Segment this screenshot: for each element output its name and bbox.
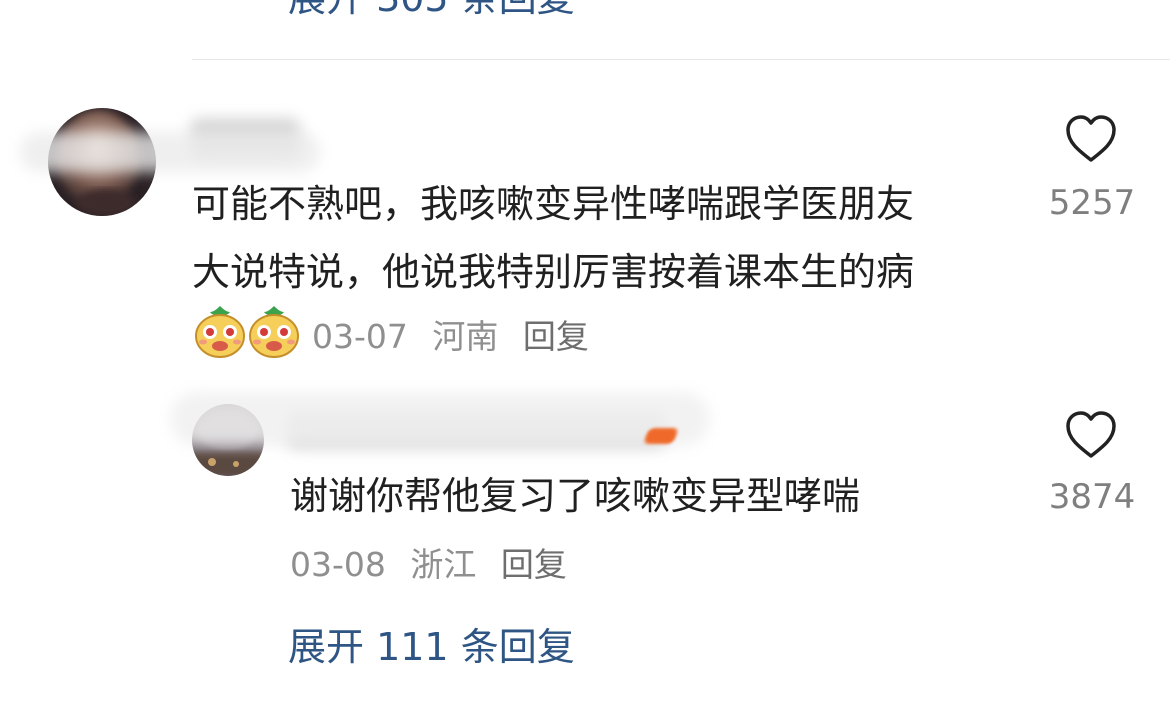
reply-button[interactable]: 回复	[501, 545, 567, 584]
comment-meta: 03-07 河南 回复	[312, 320, 603, 353]
like-button[interactable]	[1064, 114, 1118, 168]
like-button[interactable]	[1064, 410, 1118, 464]
reply-location: 浙江	[410, 545, 477, 584]
heart-icon	[1066, 115, 1116, 162]
comment-text: 可能不熟吧，我咳嗽变异性哮喘跟学医朋友 大说特说，他说我特别厉害按着课本生的病	[192, 170, 914, 306]
reply-button[interactable]: 回复	[523, 317, 589, 356]
redaction-smudge	[170, 392, 710, 446]
mole-face-emoji	[194, 304, 246, 358]
comment-line: 可能不熟吧，我咳嗽变异性哮喘跟学医朋友	[192, 182, 915, 226]
mole-face-emoji	[248, 304, 300, 358]
expand-replies-link[interactable]: 展开 111 条回复	[288, 628, 575, 666]
reply-date: 03-08	[290, 545, 386, 584]
like-count: 3874	[1048, 477, 1136, 517]
heart-icon	[1066, 411, 1116, 458]
divider	[192, 59, 1170, 60]
reply-text: 谢谢你帮他复习了咳嗽变异型哮喘	[290, 474, 861, 518]
expand-replies-link-top[interactable]: 展开 305 条回复	[288, 0, 575, 17]
comment-location: 河南	[432, 317, 499, 356]
like-count: 5257	[1048, 183, 1136, 223]
comment-line: 大说特说，他说我特别厉害按着课本生的病	[192, 250, 915, 294]
comment-date: 03-07	[312, 317, 408, 356]
reply-meta: 03-08 浙江 回复	[290, 548, 581, 581]
redaction-smudge	[20, 132, 320, 172]
